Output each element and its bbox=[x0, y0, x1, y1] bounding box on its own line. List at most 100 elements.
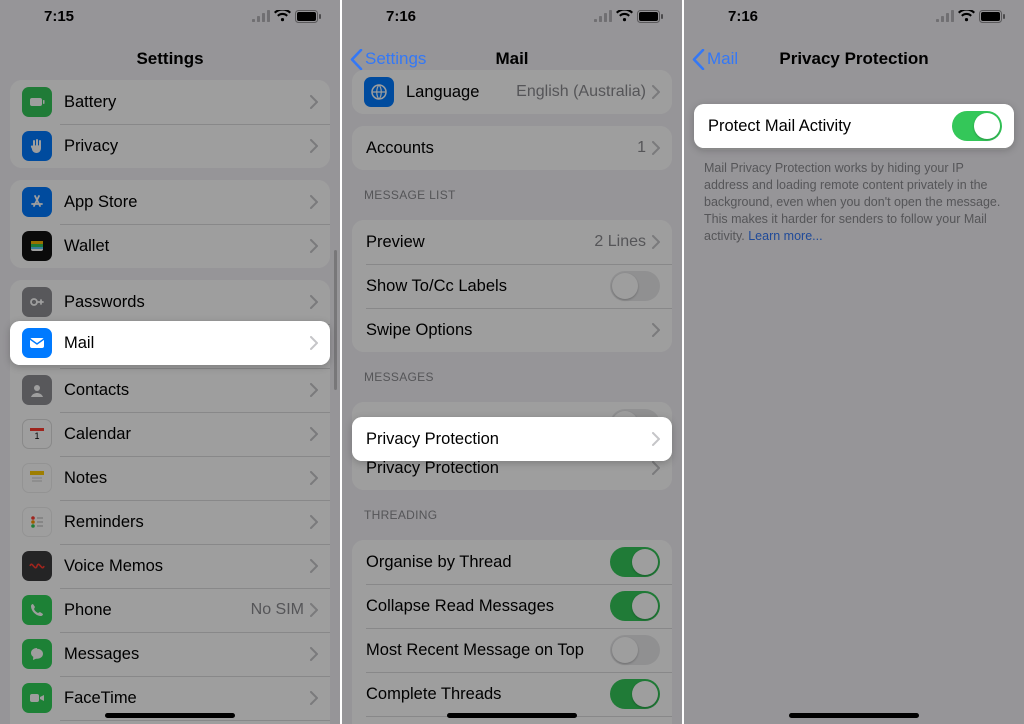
row-notes[interactable]: Notes bbox=[10, 456, 330, 500]
row-show-tocc[interactable]: Show To/Cc Labels bbox=[352, 264, 672, 308]
page-title: Mail bbox=[495, 49, 528, 69]
chevron-right-icon bbox=[310, 295, 318, 309]
privacy-protection-screen: 7:16 Mail Privacy Protection Protect Mai… bbox=[684, 0, 1024, 724]
toggle-complete-threads[interactable] bbox=[610, 679, 660, 709]
status-icons bbox=[252, 10, 322, 23]
row-phone[interactable]: Phone No SIM bbox=[10, 588, 330, 632]
page-title: Privacy Protection bbox=[779, 49, 928, 69]
chevron-right-icon bbox=[652, 432, 660, 446]
status-time: 7:16 bbox=[702, 8, 758, 25]
wifi-icon bbox=[958, 10, 975, 22]
messages-icon bbox=[22, 639, 52, 669]
mail-icon bbox=[22, 328, 52, 358]
home-indicator[interactable] bbox=[105, 713, 235, 718]
row-calendar[interactable]: 1 Calendar bbox=[10, 412, 330, 456]
row-wallet[interactable]: Wallet bbox=[10, 224, 330, 268]
row-complete-threads[interactable]: Complete Threads bbox=[352, 672, 672, 716]
phone-icon bbox=[22, 595, 52, 625]
toggle-protect-mail-activity[interactable] bbox=[952, 111, 1002, 141]
back-button[interactable]: Settings bbox=[350, 36, 426, 82]
row-privacy[interactable]: Privacy bbox=[10, 124, 330, 168]
cellular-icon bbox=[252, 10, 270, 22]
toggle-most-recent-top[interactable] bbox=[610, 635, 660, 665]
nav-bar: Mail Privacy Protection bbox=[684, 36, 1024, 82]
learn-more-link[interactable]: Learn more... bbox=[748, 229, 822, 243]
home-indicator[interactable] bbox=[789, 713, 919, 718]
chevron-right-icon bbox=[310, 559, 318, 573]
privacy-list[interactable]: Protect Mail Activity Mail Privacy Prote… bbox=[684, 70, 1024, 724]
appstore-icon bbox=[22, 187, 52, 217]
battery-icon bbox=[637, 10, 664, 23]
contacts-icon bbox=[22, 375, 52, 405]
row-messages[interactable]: Messages bbox=[10, 632, 330, 676]
row-appstore[interactable]: App Store bbox=[10, 180, 330, 224]
status-bar: 7:16 bbox=[684, 0, 1024, 32]
home-indicator[interactable] bbox=[447, 713, 577, 718]
wifi-icon bbox=[616, 10, 633, 22]
chevron-right-icon bbox=[310, 95, 318, 109]
chevron-right-icon bbox=[652, 461, 660, 475]
row-safari[interactable]: Safari bbox=[10, 720, 330, 724]
row-most-recent-top[interactable]: Most Recent Message on Top bbox=[352, 628, 672, 672]
row-organise-by-thread[interactable]: Organise by Thread bbox=[352, 540, 672, 584]
chevron-right-icon bbox=[652, 141, 660, 155]
row-voicememos[interactable]: Voice Memos bbox=[10, 544, 330, 588]
chevron-left-icon bbox=[350, 49, 363, 70]
section-threading: THREADING bbox=[342, 490, 682, 528]
row-protect-mail-activity-highlight[interactable]: Protect Mail Activity bbox=[694, 104, 1014, 148]
svg-text:1: 1 bbox=[34, 431, 39, 441]
battery-settings-icon bbox=[22, 87, 52, 117]
section-message-list: MESSAGE LIST bbox=[342, 170, 682, 208]
wallet-icon bbox=[22, 231, 52, 261]
nav-bar: Settings Mail bbox=[342, 36, 682, 82]
chevron-right-icon bbox=[310, 195, 318, 209]
row-swipe-options[interactable]: Swipe Options bbox=[352, 308, 672, 352]
battery-icon bbox=[295, 10, 322, 23]
row-passwords[interactable]: Passwords bbox=[10, 280, 330, 324]
toggle-show-tocc[interactable] bbox=[610, 271, 660, 301]
row-preview[interactable]: Preview 2 Lines bbox=[352, 220, 672, 264]
chevron-right-icon bbox=[310, 647, 318, 661]
chevron-right-icon bbox=[652, 85, 660, 99]
voice-memos-icon bbox=[22, 551, 52, 581]
hand-icon bbox=[22, 131, 52, 161]
footer-description: Mail Privacy Protection works by hiding … bbox=[684, 150, 1024, 254]
settings-list[interactable]: Battery Privacy App Store Wallet bbox=[0, 70, 340, 724]
chevron-right-icon bbox=[310, 603, 318, 617]
cellular-icon bbox=[594, 10, 612, 22]
mail-settings-screen: 7:16 Settings Mail Language English (Aus… bbox=[342, 0, 682, 724]
status-time: 7:16 bbox=[360, 8, 416, 25]
chevron-right-icon bbox=[310, 691, 318, 705]
row-accounts[interactable]: Accounts 1 bbox=[352, 126, 672, 170]
toggle-organise-thread[interactable] bbox=[610, 547, 660, 577]
page-title: Settings bbox=[136, 49, 203, 69]
mail-settings-list[interactable]: Language English (Australia) Accounts 1 … bbox=[342, 70, 682, 724]
row-privacy-protection-highlight[interactable]: Privacy Protection bbox=[352, 417, 672, 461]
toggle-collapse-read[interactable] bbox=[610, 591, 660, 621]
chevron-right-icon bbox=[310, 383, 318, 397]
row-collapse-read[interactable]: Collapse Read Messages bbox=[352, 584, 672, 628]
chevron-right-icon bbox=[310, 471, 318, 485]
back-button[interactable]: Mail bbox=[692, 36, 738, 82]
row-mail-highlight[interactable]: Mail bbox=[10, 321, 330, 365]
nav-bar: Settings bbox=[0, 36, 340, 82]
row-battery[interactable]: Battery bbox=[10, 80, 330, 124]
facetime-icon bbox=[22, 683, 52, 713]
cellular-icon bbox=[936, 10, 954, 22]
chevron-left-icon bbox=[692, 49, 705, 70]
calendar-icon: 1 bbox=[22, 419, 52, 449]
chevron-right-icon bbox=[652, 235, 660, 249]
chevron-right-icon bbox=[310, 515, 318, 529]
section-messages: MESSAGES bbox=[342, 352, 682, 390]
status-time: 7:15 bbox=[18, 8, 74, 25]
phone-value: No SIM bbox=[251, 601, 304, 619]
status-bar: 7:16 bbox=[342, 0, 682, 32]
row-contacts[interactable]: Contacts bbox=[10, 368, 330, 412]
scrollbar-indicator bbox=[334, 250, 337, 390]
status-icons bbox=[936, 10, 1006, 23]
chevron-right-icon bbox=[310, 427, 318, 441]
settings-screen: 7:15 Settings Battery Privacy bbox=[0, 0, 340, 724]
chevron-right-icon bbox=[310, 139, 318, 153]
chevron-right-icon bbox=[652, 323, 660, 337]
row-reminders[interactable]: Reminders bbox=[10, 500, 330, 544]
